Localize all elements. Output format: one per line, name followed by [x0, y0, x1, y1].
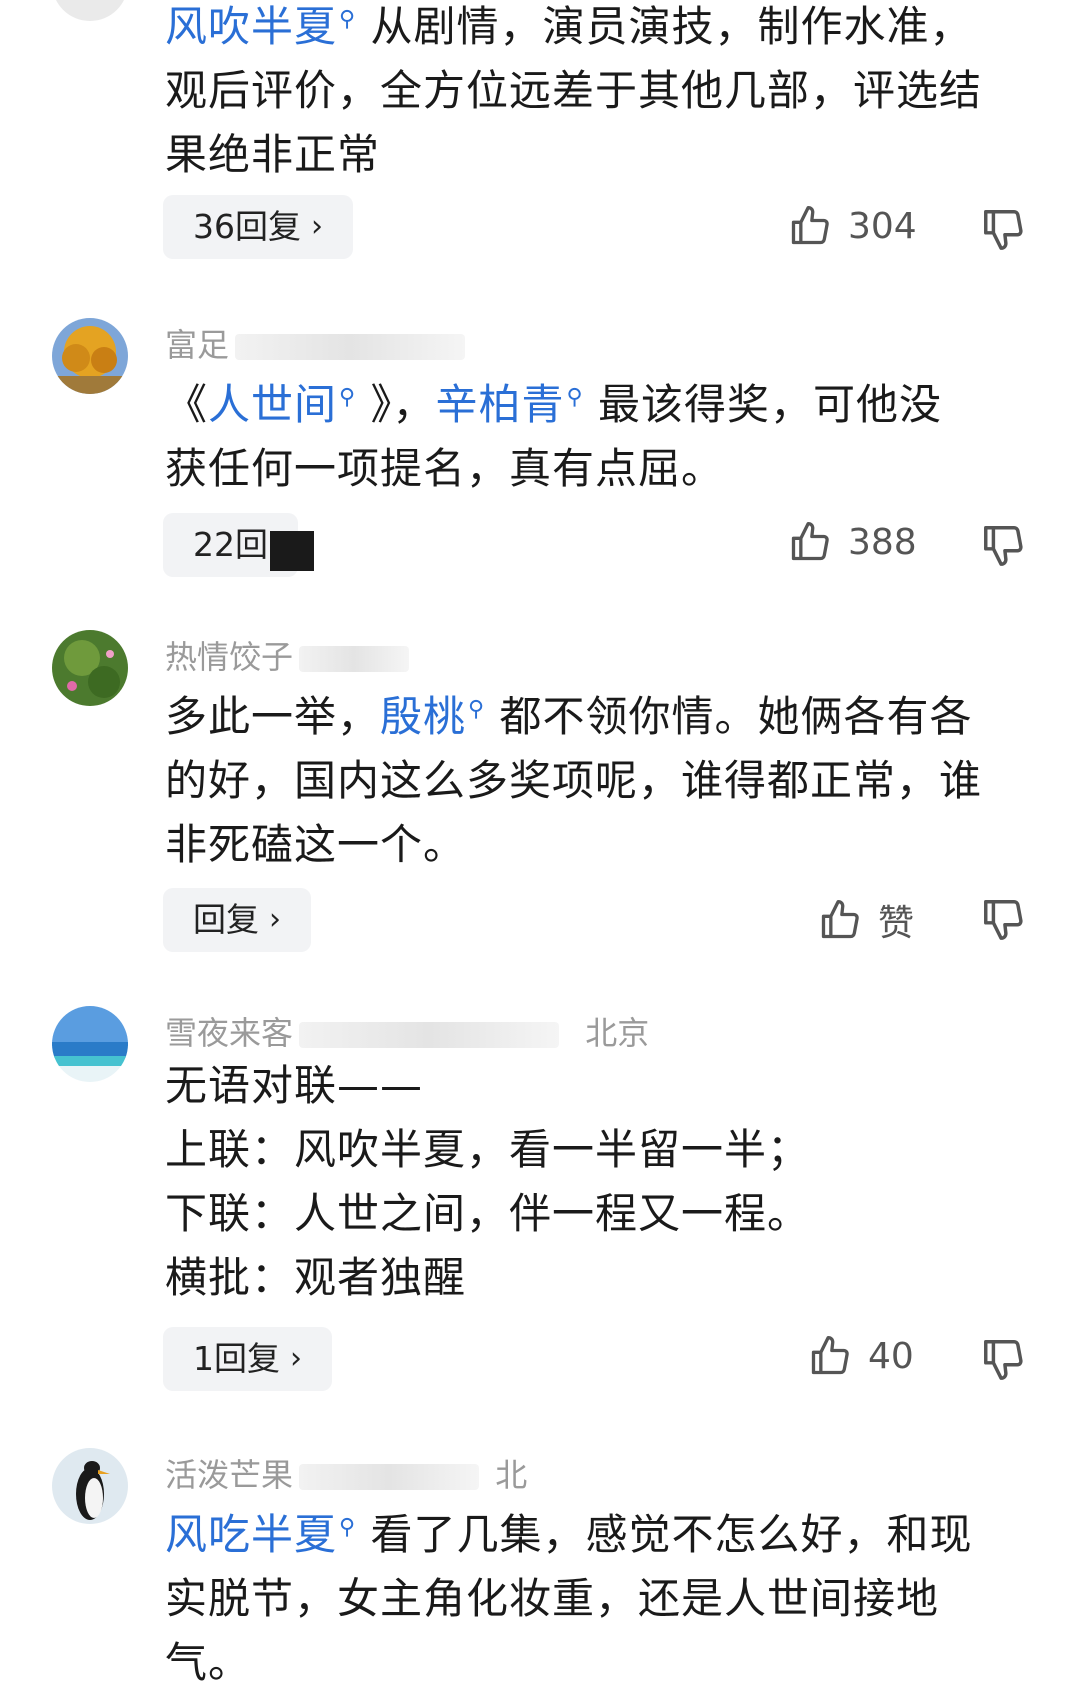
avatar[interactable] [52, 318, 128, 394]
text-line: 实脱节，女主角化妆重，还是人世间接地 [165, 1574, 940, 1623]
magnifier-icon: ⚲ [339, 1515, 357, 1540]
text-line: 风吹半夏⚲ 从剧情，演员演技，制作水准， [165, 2, 973, 51]
text-line: 《人世间⚲ 》，辛柏青⚲ 最该得奖，可他没 [165, 380, 943, 429]
like-button[interactable]: 40 [808, 1334, 914, 1378]
text-line: 上联：风吹半夏，看一半留一半； [165, 1125, 811, 1174]
avatar[interactable] [52, 1006, 128, 1082]
magnifier-icon: ⚲ [339, 7, 357, 32]
text-line: 多此一举，殷桃⚲ 都不领你情。她俩各有各 [165, 692, 973, 741]
like-button[interactable]: 388 [788, 520, 917, 564]
location: 北京 [585, 1014, 650, 1052]
chevron-right-icon: › [269, 902, 281, 937]
text-line: 下联：人世之间，伴一程又一程。 [165, 1189, 811, 1238]
magnifier-icon: ⚲ [468, 697, 486, 722]
comment-text: 《人世间⚲ 》，辛柏青⚲ 最该得奖，可他没 获任何一项提名，真有点屈。 [165, 366, 1015, 501]
redaction [270, 531, 314, 571]
thumbs-down-icon[interactable] [980, 206, 1026, 252]
comment-text: 多此一举，殷桃⚲ 都不领你情。她俩各有各 的好，国内这么多奖项呢，谁得都正常，谁… [165, 678, 1015, 877]
topic-tag[interactable]: 殷桃⚲ [380, 692, 485, 741]
comment-text: 风吃半夏⚲ 看了几集，感觉不怎么好，和现 实脱节，女主角化妆重，还是人世间接地 … [165, 1496, 1015, 1695]
username[interactable]: 雪夜来客 北京 [165, 1008, 649, 1054]
like-button[interactable]: 赞 [818, 894, 914, 946]
username[interactable]: 活泼芒果 北 [165, 1450, 527, 1496]
reply-button[interactable]: 1回复 › [163, 1327, 332, 1391]
text-line: 气。 [165, 1638, 252, 1687]
username[interactable]: 热情饺子 [165, 632, 410, 678]
thumbs-down-icon[interactable] [980, 522, 1026, 568]
text-line: 横批：观者独醒 [165, 1253, 467, 1302]
like-button[interactable]: 304 [788, 204, 917, 248]
chevron-right-icon: › [311, 209, 323, 244]
comment-text: 风吹半夏⚲ 从剧情，演员演技，制作水准， 观后评价，全方位远差于其他几部，评选结… [165, 0, 1015, 187]
text-line: 的好，国内这么多奖项呢，谁得都正常，谁 [165, 756, 983, 805]
topic-tag[interactable]: 风吃半夏⚲ [165, 1510, 356, 1559]
reply-button[interactable]: 36回复 › [163, 195, 353, 259]
text-line: 果绝非正常 [165, 130, 381, 179]
magnifier-icon: ⚲ [566, 385, 584, 410]
magnifier-icon: ⚲ [339, 385, 357, 410]
topic-tag[interactable]: 辛柏青⚲ [436, 380, 584, 429]
username[interactable]: 富足 [165, 320, 466, 366]
avatar[interactable] [52, 1448, 128, 1524]
thumbs-down-icon[interactable] [980, 896, 1026, 942]
thumbs-up-icon [791, 206, 829, 245]
reply-button[interactable]: 回复 › [163, 888, 311, 952]
text-line: 无语对联—— [165, 1061, 424, 1110]
thumbs-up-icon [811, 1336, 849, 1375]
chevron-right-icon: › [290, 1341, 302, 1376]
thumbs-up-icon [791, 522, 829, 561]
text-line: 风吃半夏⚲ 看了几集，感觉不怎么好，和现 [165, 1510, 973, 1559]
text-line: 获任何一项提名，真有点屈。 [165, 444, 725, 493]
comment-text: 无语对联—— 上联：风吹半夏，看一半留一半； 下联：人世之间，伴一程又一程。 横… [165, 1054, 1015, 1310]
text-line: 观后评价，全方位远差于其他几部，评选结 [165, 66, 983, 115]
topic-tag[interactable]: 人世间⚲ [208, 380, 356, 429]
text-line: 非死磕这一个。 [165, 820, 467, 869]
avatar[interactable] [52, 630, 128, 706]
topic-tag[interactable]: 风吹半夏⚲ [165, 2, 356, 51]
avatar[interactable] [52, 0, 128, 21]
thumbs-down-icon[interactable] [980, 1336, 1026, 1382]
location: 北 [495, 1456, 528, 1494]
thumbs-up-icon [821, 900, 859, 939]
